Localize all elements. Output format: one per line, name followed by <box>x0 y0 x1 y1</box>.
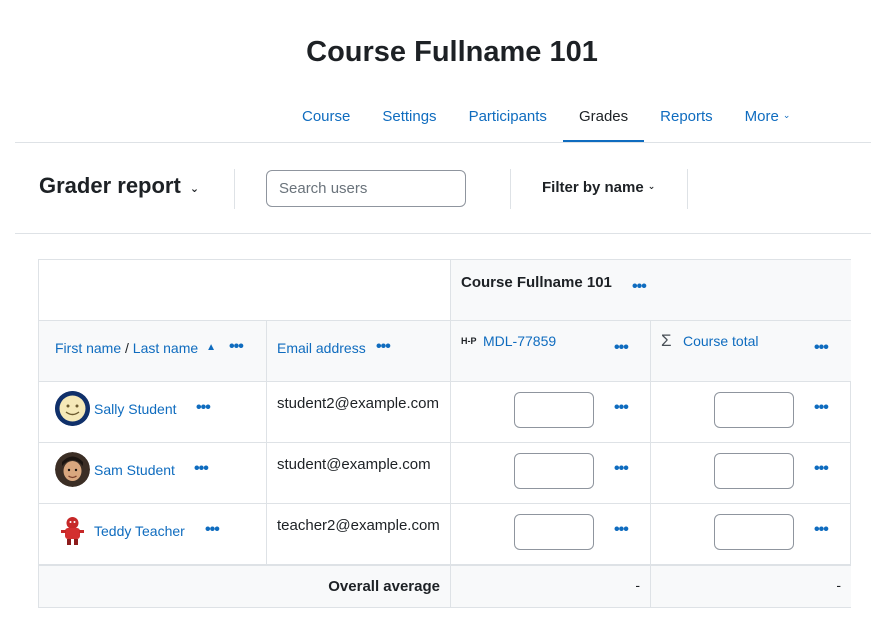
grade-input[interactable] <box>514 453 594 489</box>
more-actions-icon[interactable]: ••• <box>814 340 829 356</box>
report-selector[interactable]: Grader report ⌄ <box>39 173 199 199</box>
filter-by-name-button[interactable]: Filter by name ⌄ <box>542 179 655 196</box>
chevron-down-icon: ⌄ <box>782 110 791 120</box>
header-separator: / <box>125 340 129 356</box>
more-actions-icon[interactable]: ••• <box>229 339 244 355</box>
nav-tab-label: Settings <box>382 108 437 125</box>
grade-input[interactable] <box>514 392 594 428</box>
nav-tab-label: Reports <box>660 108 713 125</box>
course-total-header-cell: Σ Course total ••• <box>651 321 851 382</box>
h5p-activity-icon: H-P <box>461 336 477 346</box>
category-header-title: Course Fullname 101 <box>461 274 612 291</box>
avatar-image <box>55 452 90 487</box>
grade-input[interactable] <box>514 514 594 550</box>
nav-tab-course[interactable]: Course <box>286 90 366 143</box>
avatar <box>55 391 90 426</box>
table-row-total-cell: ••• <box>651 443 851 504</box>
course-total-input[interactable] <box>714 514 794 550</box>
nav-tab-more[interactable]: More ⌄ <box>729 90 807 143</box>
overall-average-item-cell: - <box>451 565 651 607</box>
nav-tab-label: Course <box>302 108 351 125</box>
grader-toolbar: Grader report ⌄ Filter by name ⌄ <box>0 166 871 210</box>
grade-item-header-cell: H-P MDL-77859 ••• <box>451 321 651 382</box>
table-row-email-cell: student2@example.com <box>267 382 451 443</box>
toolbar-divider <box>687 169 688 209</box>
more-actions-icon[interactable]: ••• <box>614 522 629 538</box>
more-actions-icon[interactable]: ••• <box>194 461 209 477</box>
more-actions-icon[interactable]: ••• <box>376 339 391 355</box>
filter-label: Filter by name <box>542 179 644 196</box>
more-actions-icon[interactable]: ••• <box>205 522 220 538</box>
more-actions-icon[interactable]: ••• <box>632 279 647 295</box>
user-name-link[interactable]: Teddy Teacher <box>94 523 185 539</box>
more-actions-icon[interactable]: ••• <box>196 400 211 416</box>
chevron-down-icon: ⌄ <box>189 182 200 195</box>
course-total-input[interactable] <box>714 453 794 489</box>
table-row-email-cell: student@example.com <box>267 443 451 504</box>
toolbar-divider-line <box>15 233 871 234</box>
avatar-image <box>55 391 90 426</box>
report-selector-label: Grader report <box>39 173 181 198</box>
table-row-grade-cell: ••• <box>451 382 651 443</box>
table-row-name-cell: Teddy Teacher ••• <box>39 504 267 565</box>
category-header-cell: Course Fullname 101 ••• <box>451 260 851 321</box>
more-actions-icon[interactable]: ••• <box>814 400 829 416</box>
overall-average-item-value: - <box>635 577 640 593</box>
more-actions-icon[interactable]: ••• <box>614 461 629 477</box>
nav-tab-label: Participants <box>468 108 547 125</box>
email-header-cell: Email address ••• <box>267 321 451 382</box>
user-name-link[interactable]: Sam Student <box>94 462 175 478</box>
avatar <box>55 452 90 487</box>
user-email: teacher2@example.com <box>277 517 440 534</box>
table-row-email-cell: teacher2@example.com <box>267 504 451 565</box>
sigma-icon: Σ <box>661 331 672 350</box>
course-total-link[interactable]: Course total <box>683 333 758 349</box>
sort-email-link[interactable]: Email address <box>277 340 366 356</box>
sort-last-name-link[interactable]: Last name <box>133 340 198 356</box>
course-total-input[interactable] <box>714 392 794 428</box>
table-row-total-cell: ••• <box>651 504 851 565</box>
chevron-down-icon: ⌄ <box>647 181 656 191</box>
table-row-total-cell: ••• <box>651 382 851 443</box>
user-email: student2@example.com <box>277 395 439 412</box>
nav-tab-participants[interactable]: Participants <box>453 90 563 143</box>
secondary-navigation: Course Settings Participants Grades Repo… <box>286 90 806 143</box>
overall-average-total-cell: - <box>651 565 851 607</box>
user-email: student@example.com <box>277 456 431 473</box>
nav-tab-label: Grades <box>578 108 629 125</box>
grade-item-link[interactable]: MDL-77859 <box>483 333 556 349</box>
grader-table: Course Fullname 101 ••• First name / Las… <box>38 259 851 608</box>
toolbar-divider <box>234 169 235 209</box>
more-actions-icon[interactable]: ••• <box>614 340 629 356</box>
avatar-image <box>55 513 90 548</box>
overall-average-total-value: - <box>836 577 841 593</box>
nav-tab-reports[interactable]: Reports <box>644 90 729 143</box>
toolbar-divider <box>510 169 511 209</box>
more-actions-icon[interactable]: ••• <box>814 461 829 477</box>
more-actions-icon[interactable]: ••• <box>814 522 829 538</box>
overall-average-label: Overall average <box>328 578 440 595</box>
name-header-cell: First name / Last name ▲ ••• <box>39 321 267 382</box>
table-row-grade-cell: ••• <box>451 504 651 565</box>
nav-tab-grades[interactable]: Grades <box>562 90 645 143</box>
overall-average-label-cell: Overall average <box>39 565 451 607</box>
nav-tab-settings[interactable]: Settings <box>366 90 452 143</box>
table-row-name-cell: Sally Student ••• <box>39 382 267 443</box>
more-actions-icon[interactable]: ••• <box>614 400 629 416</box>
page-title: Course Fullname 101 <box>306 36 598 68</box>
empty-header-cell <box>39 260 451 321</box>
sort-first-name-link[interactable]: First name <box>55 340 121 356</box>
avatar <box>55 513 90 548</box>
table-row-name-cell: Sam Student ••• <box>39 443 267 504</box>
nav-divider <box>15 142 871 143</box>
nav-tab-label: More <box>744 108 779 125</box>
table-row-grade-cell: ••• <box>451 443 651 504</box>
sort-ascending-icon: ▲ <box>206 342 216 353</box>
search-users-input[interactable] <box>266 170 466 207</box>
user-name-link[interactable]: Sally Student <box>94 401 177 417</box>
